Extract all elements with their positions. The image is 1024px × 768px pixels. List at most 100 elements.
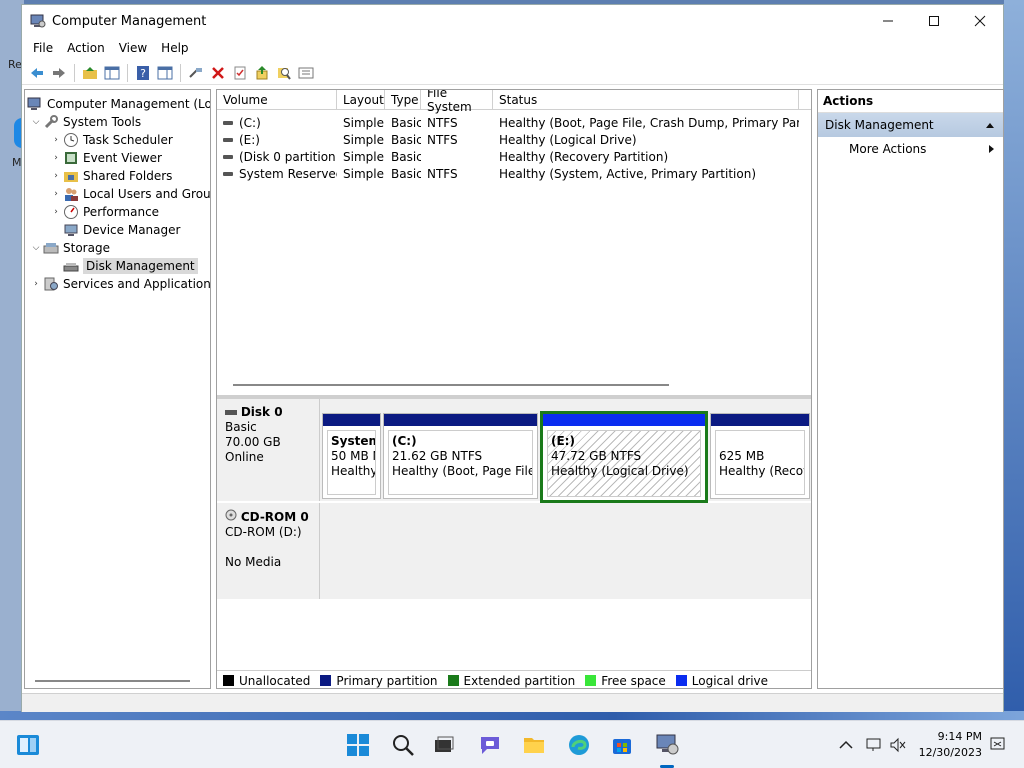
chevron-right-icon[interactable]: › — [49, 135, 63, 145]
tree-item-storage[interactable]: ⌵ Storage — [29, 239, 110, 257]
chevron-right-icon[interactable]: › — [49, 207, 63, 217]
disk-drive-icon — [63, 258, 79, 274]
menu-action[interactable]: Action — [60, 41, 112, 55]
column-status[interactable]: Status — [493, 90, 799, 110]
start-button[interactable] — [344, 731, 372, 759]
volume-row[interactable]: System Reserved Simple Basic NTFS Health… — [217, 165, 811, 182]
disk-0-label[interactable]: Disk 0 Basic 70.00 GB Online — [217, 399, 320, 501]
volume-type: Basic — [391, 115, 421, 130]
tree-item-device-manager[interactable]: Device Manager — [63, 221, 180, 239]
show-action-pane-button[interactable] — [154, 62, 176, 84]
partition-system-reserved[interactable]: System 50 MB N Healthy — [322, 413, 381, 499]
partition-name: (E:) — [551, 434, 575, 448]
event-viewer-icon — [63, 150, 79, 166]
notification-icon — [990, 737, 1005, 750]
volume-icon — [223, 172, 233, 176]
chevron-right-icon[interactable]: › — [49, 153, 63, 163]
tree-item-services[interactable]: › Services and Applications — [29, 275, 210, 293]
tree-item-disk-management[interactable]: Disk Management — [63, 257, 198, 275]
menu-file[interactable]: File — [26, 41, 60, 55]
column-layout[interactable]: Layout — [337, 90, 385, 110]
tree-item-task-scheduler[interactable]: › Task Scheduler — [49, 131, 173, 149]
edge-browser-icon — [569, 735, 589, 755]
store-button[interactable] — [608, 731, 636, 759]
tree-item-event-viewer[interactable]: › Event Viewer — [49, 149, 162, 167]
help-button[interactable]: ? — [132, 62, 154, 84]
notifications-button[interactable] — [984, 731, 1012, 759]
cdrom-0-label[interactable]: CD-ROM 0 CD-ROM (D:) No Media — [217, 503, 320, 599]
volume-layout: Simple — [343, 115, 384, 130]
search-taskbar-button[interactable] — [389, 731, 417, 759]
shared-folder-icon — [63, 168, 79, 184]
folder-icon — [524, 738, 544, 753]
chevron-right-icon[interactable]: › — [49, 189, 63, 199]
device-manager-icon — [63, 222, 79, 238]
volume-button[interactable] — [884, 731, 912, 759]
chevron-right-icon[interactable]: › — [29, 279, 43, 289]
column-type[interactable]: Type — [385, 90, 421, 110]
checklist-icon — [234, 66, 246, 79]
menu-help[interactable]: Help — [154, 41, 195, 55]
edge-button[interactable] — [565, 731, 593, 759]
file-explorer-button[interactable] — [520, 731, 548, 759]
chevron-down-icon[interactable]: ⌵ — [29, 117, 43, 127]
delete-button[interactable] — [207, 62, 229, 84]
tree-item-shared-folders[interactable]: › Shared Folders — [49, 167, 172, 185]
connect-button[interactable] — [185, 62, 207, 84]
widgets-button[interactable] — [14, 731, 42, 759]
legend-primary: Primary partition — [320, 674, 438, 688]
clock[interactable]: 9:14 PM 12/30/2023 — [919, 729, 982, 761]
computer-management-taskbar-button[interactable] — [653, 731, 681, 759]
volume-row[interactable]: (C:) Simple Basic NTFS Healthy (Boot, Pa… — [217, 114, 811, 131]
task-view-button[interactable] — [430, 731, 458, 759]
tree-item-system-tools[interactable]: ⌵ System Tools — [29, 113, 141, 131]
export-list-button[interactable] — [251, 62, 273, 84]
legend-label: Unallocated — [239, 673, 311, 688]
tree-label: Task Scheduler — [83, 133, 173, 147]
volume-row[interactable]: (E:) Simple Basic NTFS Healthy (Logical … — [217, 131, 811, 148]
maximize-button[interactable] — [911, 5, 957, 37]
legend-swatch — [447, 675, 459, 686]
actions-section-disk-management[interactable]: Disk Management — [818, 113, 1003, 137]
toolbar: ? — [22, 61, 1003, 85]
tree-item-performance[interactable]: › Performance — [49, 203, 159, 221]
tree-horizontal-scrollbar[interactable] — [35, 680, 190, 682]
primary-partition-bar — [384, 414, 537, 426]
partition-recovery[interactable]: 625 MB Healthy (Recove — [710, 413, 810, 499]
volume-list-horizontal-scrollbar[interactable] — [233, 384, 669, 386]
tree-item-local-users[interactable]: › Local Users and Groups — [49, 185, 211, 203]
volume-row[interactable]: (Disk 0 partition 3) Simple Basic Health… — [217, 148, 811, 165]
search-button[interactable] — [273, 62, 295, 84]
cdrom-media: No Media — [225, 555, 282, 569]
properties-button[interactable] — [229, 62, 251, 84]
minimize-button[interactable] — [865, 5, 911, 37]
menu-view[interactable]: View — [112, 41, 154, 55]
show-hide-tree-button[interactable] — [101, 62, 123, 84]
up-folder-button[interactable] — [79, 62, 101, 84]
title-bar[interactable]: Computer Management — [22, 5, 1003, 37]
tree-item-root[interactable]: Computer Management (Local — [27, 95, 210, 113]
partition-c[interactable]: (C:) 21.62 GB NTFS Healthy (Boot, Page F… — [383, 413, 538, 499]
show-hidden-icons-button[interactable] — [832, 731, 860, 759]
back-button[interactable] — [26, 62, 48, 84]
clock-time: 9:14 PM — [937, 730, 982, 743]
chat-button[interactable] — [476, 731, 504, 759]
volume-name: (E:) — [239, 132, 260, 147]
chevron-right-icon[interactable]: › — [49, 171, 63, 181]
partition-size: 47.72 GB NTFS — [551, 449, 642, 463]
partition-e-selected[interactable]: (E:) 47.72 GB NTFS Healthy (Logical Driv… — [540, 411, 708, 503]
disk-0-partitions: System 50 MB N Healthy (C:) 21.62 GB NTF… — [320, 399, 811, 503]
settings-button[interactable] — [295, 62, 317, 84]
column-volume[interactable]: Volume — [217, 90, 337, 110]
partition-status: Healthy (Recove — [719, 464, 804, 478]
tree-label: Local Users and Groups — [83, 187, 211, 201]
partition-body: 625 MB Healthy (Recove — [715, 430, 805, 495]
more-actions-item[interactable]: More Actions — [818, 137, 1003, 161]
chevron-up-icon — [839, 740, 853, 749]
chevron-down-icon[interactable]: ⌵ — [29, 243, 43, 253]
column-file-system[interactable]: File System — [421, 90, 493, 114]
computer-management-icon — [656, 734, 679, 755]
close-button[interactable] — [957, 5, 1003, 37]
forward-button[interactable] — [48, 62, 70, 84]
disk-name: Disk 0 — [240, 405, 283, 419]
